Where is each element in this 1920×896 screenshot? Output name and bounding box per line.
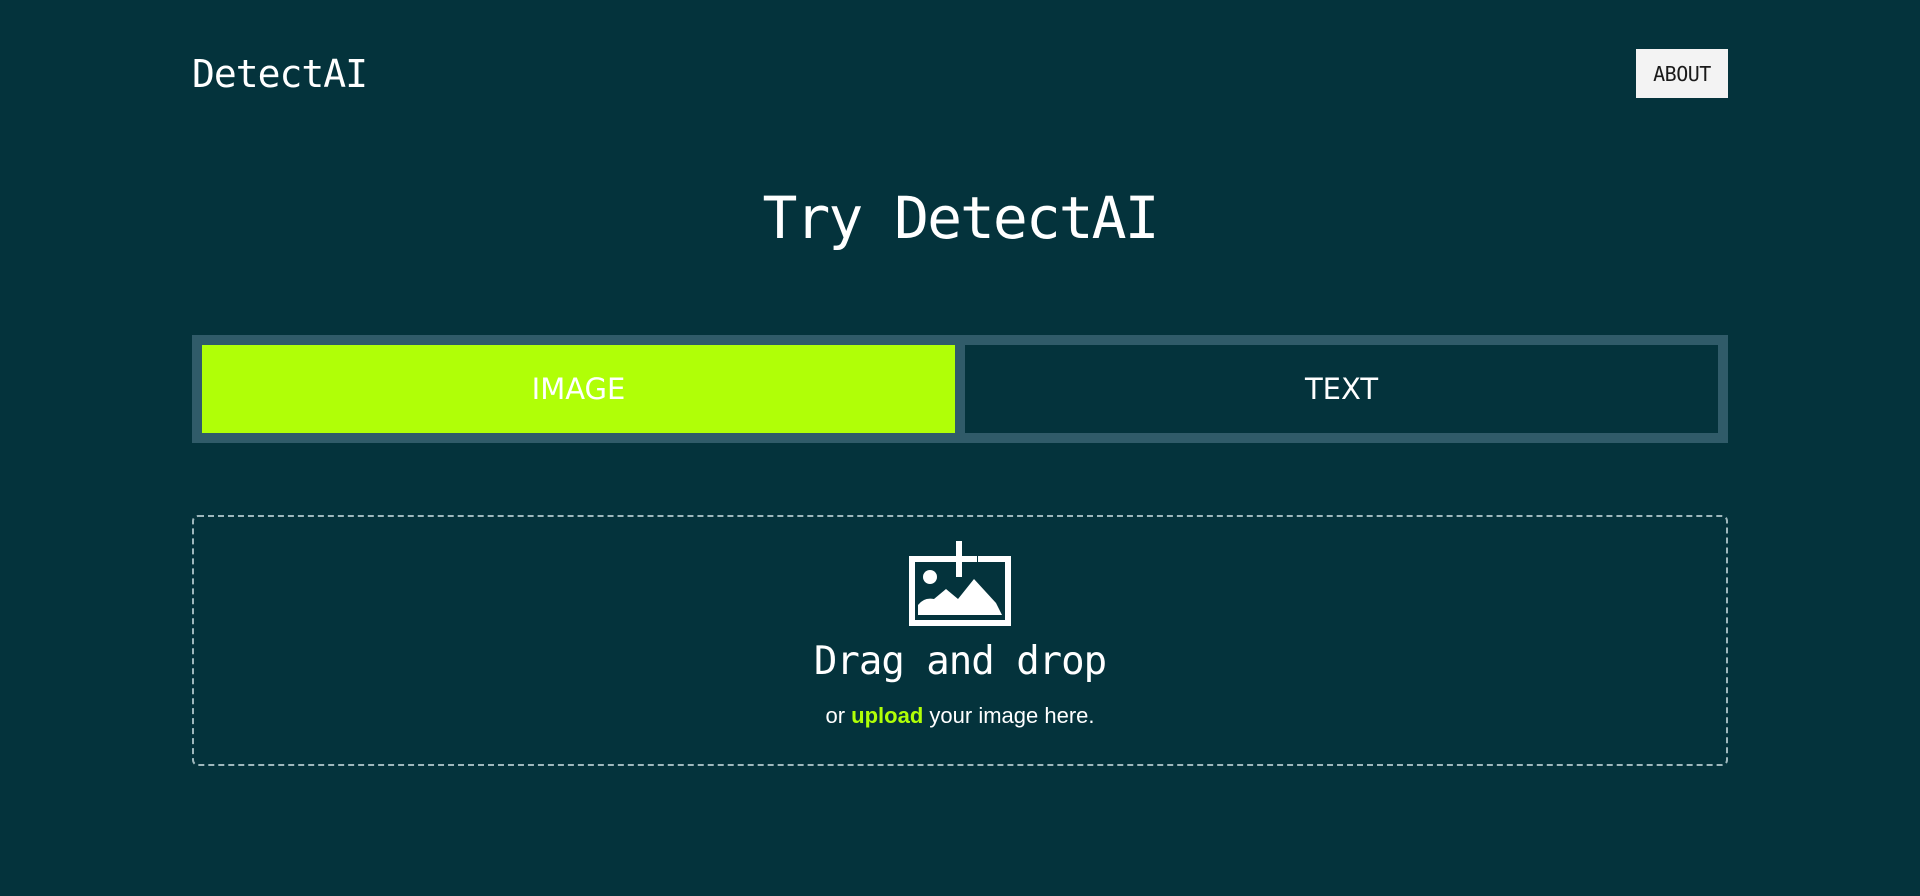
tab-image[interactable]: IMAGE: [202, 345, 955, 433]
mode-tabs: IMAGE TEXT: [192, 335, 1728, 443]
upload-link[interactable]: upload: [851, 703, 923, 728]
tab-text[interactable]: TEXT: [965, 345, 1718, 433]
page-title: Try DetectAI: [762, 184, 1159, 252]
page: DetectAI ABOUT Try DetectAI IMAGE TEXT D…: [0, 0, 1920, 896]
add-image-icon: [909, 541, 1011, 626]
about-button[interactable]: ABOUT: [1636, 49, 1728, 98]
dropzone-title: Drag and drop: [813, 639, 1107, 684]
brand-logo[interactable]: DetectAI: [192, 48, 368, 100]
dropzone-subtitle: or upload your image here.: [0, 700, 1920, 732]
dropzone-prefix: or: [825, 703, 846, 728]
dropzone-suffix: your image here.: [929, 703, 1095, 728]
